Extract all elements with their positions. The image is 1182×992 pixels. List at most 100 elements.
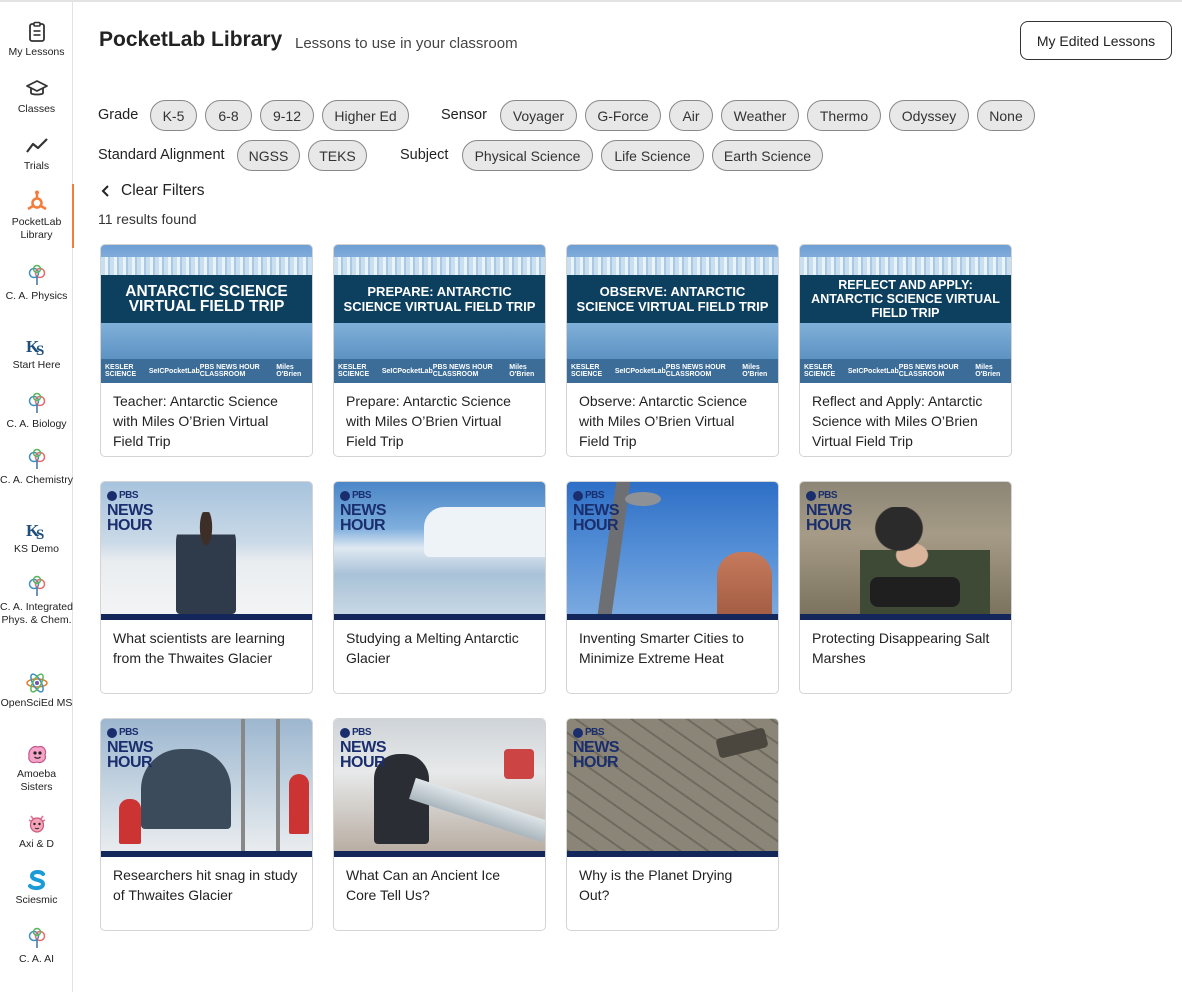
sidebar: My Lessons Classes Trials PocketLab Libr… (0, 2, 74, 992)
sidebar-item-ca-ai[interactable]: C. A. AI (0, 927, 73, 966)
lesson-thumbnail: PBS NEWS HOUR (334, 719, 545, 857)
lesson-title: Inventing Smarter Cities to Minimize Ext… (579, 630, 744, 666)
pbs-newshour-logo: PBS NEWS HOUR (107, 727, 154, 771)
pbs-newshour-logo: PBS NEWS HOUR (806, 490, 853, 534)
pbs-newshour-logo: PBS NEWS HOUR (573, 727, 620, 771)
filter-chip-standard-teks[interactable]: TEKS (308, 140, 367, 171)
clipboard-icon (28, 21, 45, 42)
sidebar-item-label: KS Demo (14, 543, 59, 555)
sidebar-item-trials[interactable]: Trials (0, 134, 73, 173)
lesson-card[interactable]: PBS NEWS HOUR What scientists are learning… (100, 481, 313, 694)
sidebar-item-start-here[interactable]: KS Start Here (0, 333, 73, 372)
thumbnail-banner-text: PREPARE: ANTARCTIC SCIENCE VIRTUAL FIELD… (334, 275, 545, 323)
standard-filter-label: Standard Alignment (98, 147, 225, 163)
filter-chip-grade-6-8[interactable]: 6-8 (205, 100, 252, 131)
lesson-title: Reflect and Apply: Antarctic Science wit… (812, 393, 983, 449)
thumbnail-banner-text: ANTARCTIC SCIENCE VIRTUAL FIELD TRIP (101, 275, 312, 323)
filter-chip-subject-physical-science[interactable]: Physical Science (462, 140, 593, 171)
results-count: 11 results found (98, 211, 197, 227)
sidebar-item-ca-physics[interactable]: C. A. Physics (0, 264, 73, 303)
lesson-card[interactable]: PBS NEWS HOUR Studying a Melting Antarctic… (333, 481, 546, 694)
lesson-thumbnail: PREPARE: ANTARCTIC SCIENCE VIRTUAL FIELD… (334, 245, 545, 383)
sidebar-item-label: Sciesmic (15, 894, 58, 906)
filter-chip-sensor-odyssey[interactable]: Odyssey (889, 100, 969, 131)
filter-chip-sensor-voyager[interactable]: Voyager (500, 100, 577, 131)
tree-icon (28, 575, 45, 596)
lesson-card[interactable]: PBS NEWS HOUR Why is the Planet Drying Out… (566, 718, 779, 931)
sidebar-item-label: C. A. Chemistry (0, 474, 73, 486)
filter-chip-sensor-none[interactable]: None (977, 100, 1035, 131)
filter-chip-standard-ngss[interactable]: NGSS (237, 140, 300, 171)
sidebar-item-ca-chemistry[interactable]: C. A. Chemistry (0, 448, 73, 487)
svg-text:S: S (36, 527, 44, 541)
sensor-filter-label: Sensor (441, 107, 487, 123)
lesson-card[interactable]: OBSERVE: ANTARCTIC SCIENCE VIRTUAL FIELD… (566, 244, 779, 457)
clear-filters-link[interactable]: Clear Filters (99, 182, 205, 200)
tree-icon (28, 927, 45, 948)
sidebar-item-label: PocketLab Library (11, 216, 62, 241)
sidebar-item-label: Start Here (12, 359, 61, 371)
pbs-newshour-logo: PBS NEWS HOUR (573, 490, 620, 534)
clear-filters-label: Clear Filters (121, 182, 205, 199)
sidebar-item-ks-demo[interactable]: KS KS Demo (0, 517, 73, 556)
sidebar-item-axi-d[interactable]: Axi & D (0, 812, 73, 851)
lesson-title: Observe: Antarctic Science with Miles O’… (579, 393, 748, 449)
lesson-title: Protecting Disappearing Salt Marshes (812, 630, 990, 666)
sidebar-item-pocketlab-library[interactable]: PocketLab Library (0, 184, 74, 248)
sidebar-item-sciesmic[interactable]: Sciesmic (0, 868, 73, 907)
lesson-thumbnail: OBSERVE: ANTARCTIC SCIENCE VIRTUAL FIELD… (567, 245, 778, 383)
filter-chip-sensor-weather[interactable]: Weather (721, 100, 799, 131)
ks-logo-icon: KS (26, 521, 44, 541)
graduation-cap-icon (25, 80, 48, 96)
axolotl-icon (28, 815, 45, 833)
lesson-title: Why is the Planet Drying Out? (579, 867, 733, 903)
chevron-left-icon (101, 185, 109, 197)
lesson-thumbnail: PBS NEWS HOUR (567, 719, 778, 857)
sidebar-item-ca-biology[interactable]: C. A. Biology (0, 392, 73, 431)
lesson-card[interactable]: ANTARCTIC SCIENCE VIRTUAL FIELD TRIP KES… (100, 244, 313, 457)
sidebar-item-label: Amoeba Sisters (16, 768, 57, 793)
sidebar-item-label: Classes (17, 103, 56, 115)
filter-chip-subject-earth-science[interactable]: Earth Science (712, 140, 823, 171)
lesson-card[interactable]: PBS NEWS HOUR Researchers hit snag in stud… (100, 718, 313, 931)
sidebar-item-my-lessons[interactable]: My Lessons (0, 20, 73, 59)
page-subtitle: Lessons to use in your classroom (295, 35, 518, 52)
ks-logo-icon: KS (26, 337, 44, 357)
thumbnail-logos: KESLER SCIENCE SeIC PocketLab PBS NEWS HOUR… (101, 359, 312, 383)
sidebar-item-label: C. A. Integrated Phys. & Chem. (0, 601, 73, 626)
lesson-thumbnail: PBS NEWS HOUR (567, 482, 778, 620)
sidebar-item-label: My Lessons (8, 46, 65, 58)
filter-chip-grade-9-12[interactable]: 9-12 (260, 100, 314, 131)
sidebar-item-amoeba-sisters[interactable]: Amoeba Sisters (0, 742, 73, 794)
page-title: PocketLab Library (99, 28, 283, 51)
tree-icon (28, 392, 45, 413)
lesson-card[interactable]: PBS NEWS HOUR Inventing Smarter Cities to … (566, 481, 779, 694)
subject-filter-label: Subject (400, 147, 449, 163)
pbs-newshour-logo: PBS NEWS HOUR (340, 490, 387, 534)
lesson-card[interactable]: PBS NEWS HOUR Protecting Disappearing Salt… (799, 481, 1012, 694)
my-edited-lessons-button[interactable]: My Edited Lessons (1020, 21, 1172, 60)
lesson-thumbnail: PBS NEWS HOUR (800, 482, 1011, 620)
svg-text:S: S (36, 343, 44, 357)
lesson-card[interactable]: PBS NEWS HOUR What Can an Ancient Ice Core… (333, 718, 546, 931)
sidebar-item-openscied-ms[interactable]: OpenSciEd MS (0, 671, 73, 710)
line-graph-icon (25, 138, 48, 153)
filter-chip-sensor-thermo[interactable]: Thermo (807, 100, 881, 131)
lesson-title: Researchers hit snag in study of Thwaite… (113, 867, 298, 903)
sciesmic-s-icon (27, 869, 45, 891)
pocketlab-library-icon (26, 190, 47, 211)
lesson-card[interactable]: REFLECT AND APPLY: ANTARCTIC SCIENCE VIR… (799, 244, 1012, 457)
tree-icon (28, 448, 45, 469)
filter-chip-grade-k5[interactable]: K-5 (150, 100, 197, 131)
lesson-card[interactable]: PREPARE: ANTARCTIC SCIENCE VIRTUAL FIELD… (333, 244, 546, 457)
sidebar-item-ca-integrated[interactable]: C. A. Integrated Phys. & Chem. (0, 575, 73, 627)
sidebar-item-label: Axi & D (18, 838, 54, 850)
filter-chip-grade-higher-ed[interactable]: Higher Ed (322, 100, 409, 131)
amoeba-icon (27, 745, 46, 764)
sidebar-item-classes[interactable]: Classes (0, 77, 73, 116)
filter-chip-sensor-air[interactable]: Air (669, 100, 713, 131)
lesson-thumbnail: ANTARCTIC SCIENCE VIRTUAL FIELD TRIP KES… (101, 245, 312, 383)
filter-chip-sensor-g-force[interactable]: G-Force (585, 100, 661, 131)
filter-chip-subject-life-science[interactable]: Life Science (601, 140, 704, 171)
sidebar-item-label: C. A. AI (18, 953, 55, 965)
